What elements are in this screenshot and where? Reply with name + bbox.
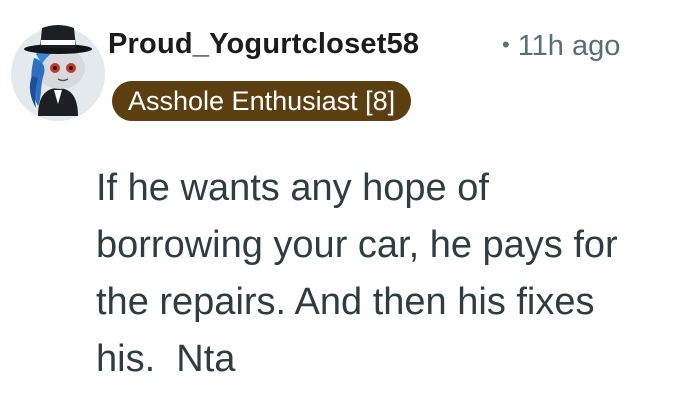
comment-timestamp[interactable]: 11h ago [518,30,621,62]
comment-body: If he wants any hope of borrowing your c… [96,167,618,380]
user-flair-badge: Asshole Enthusiast [8] [112,81,412,121]
meta-separator: • [502,32,510,57]
comment-card: Proud_Yogurtcloset58 • 11h ago Asshole En… [0,0,700,403]
comment-author[interactable]: Proud_Yogurtcloset58 [108,28,419,61]
comment-meta: • 11h ago [502,30,620,63]
snoo-avatar-top-hat-icon[interactable] [8,18,106,121]
